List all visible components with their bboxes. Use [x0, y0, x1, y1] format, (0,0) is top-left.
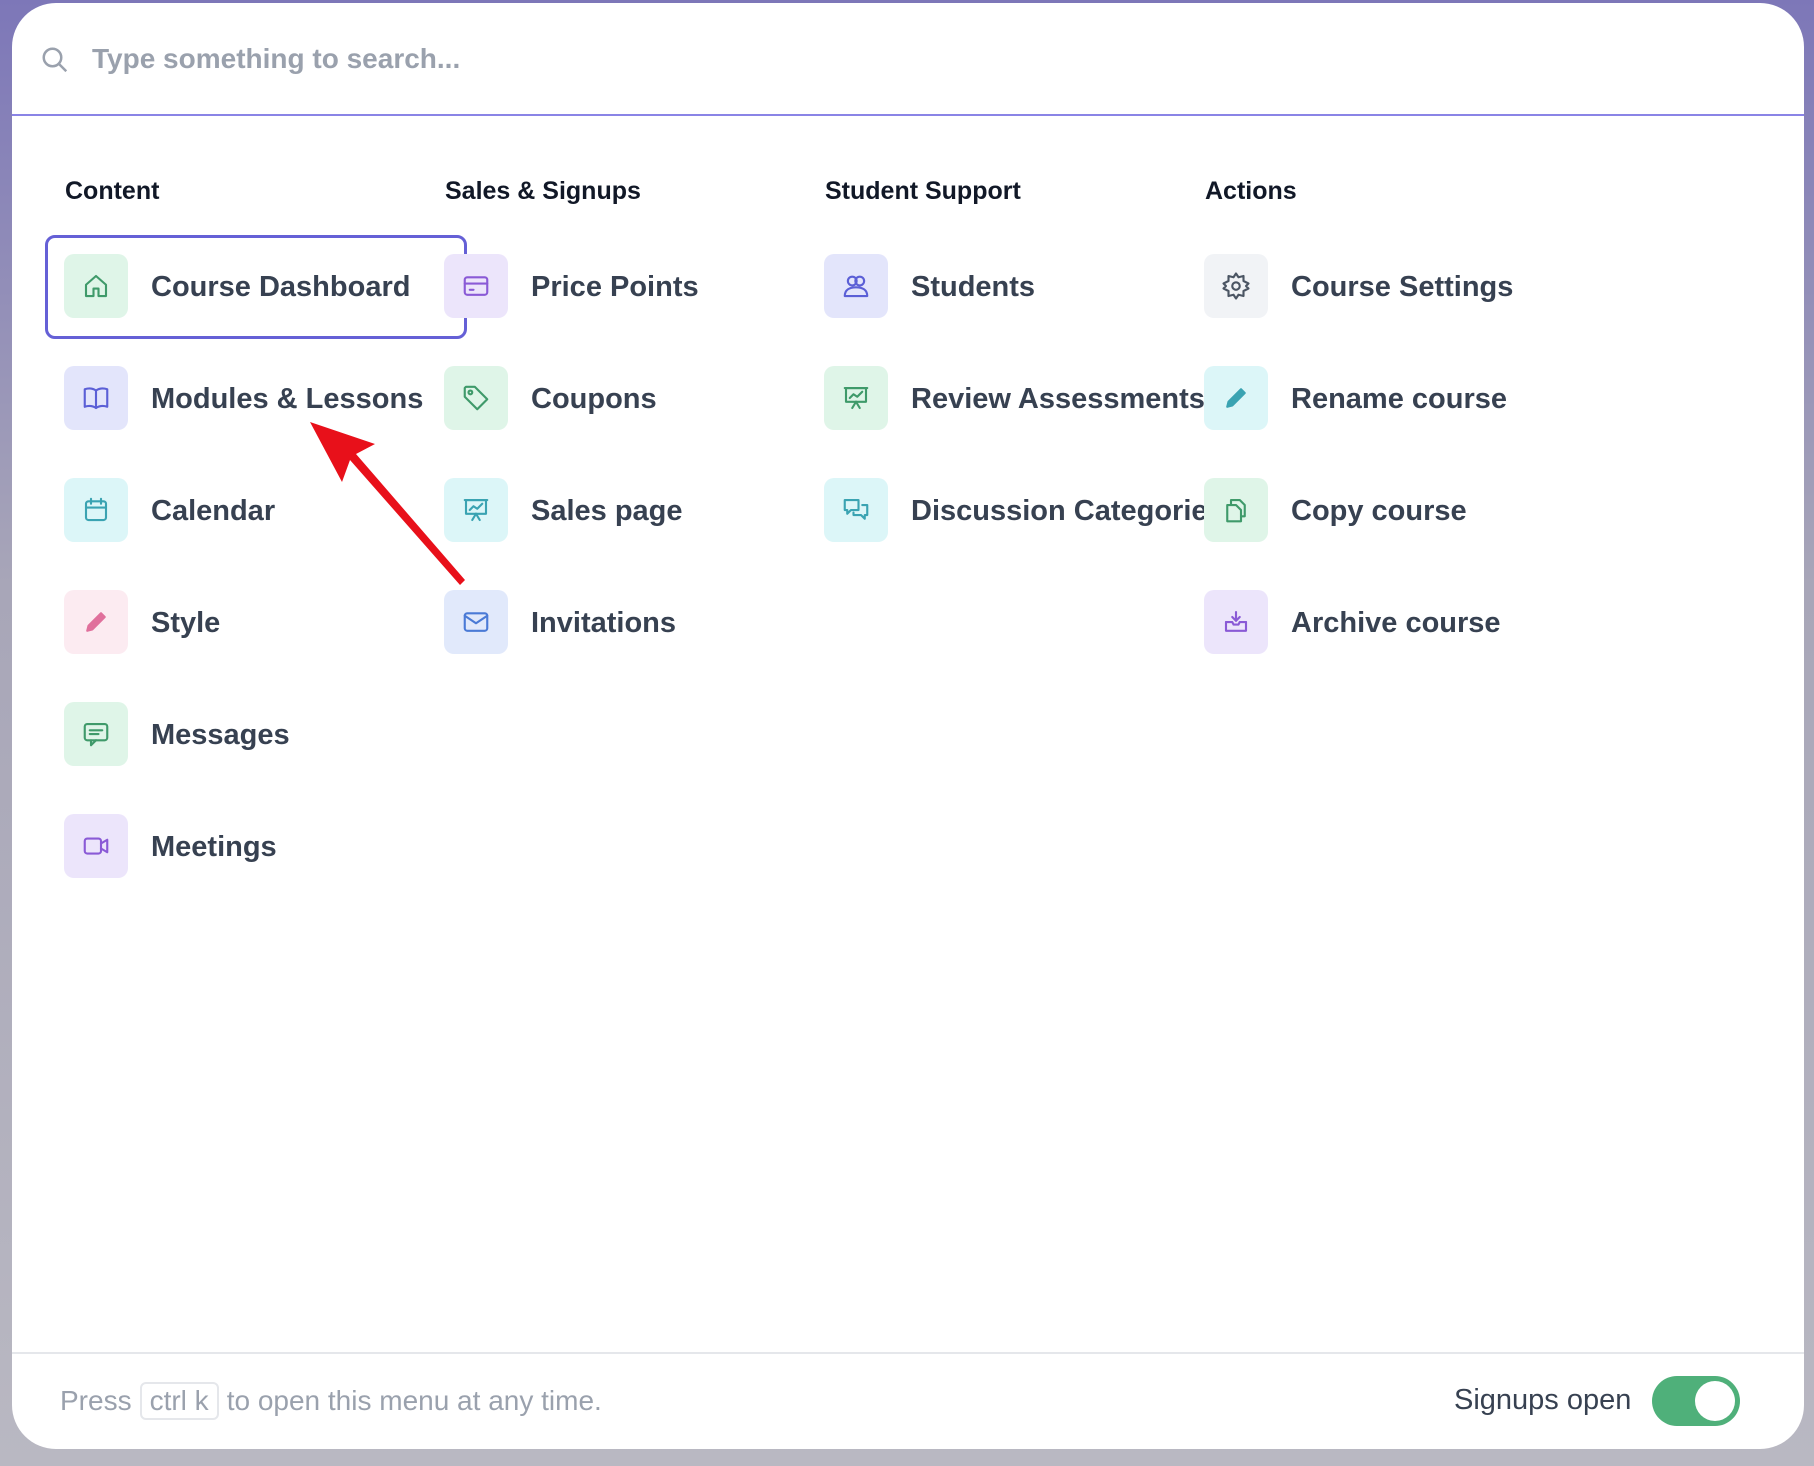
- icon-box: [824, 366, 888, 430]
- chat-bubbles-icon: [843, 498, 869, 520]
- command-item-copy-course[interactable]: Copy course: [1185, 459, 1607, 563]
- command-item-label: Course Settings: [1291, 271, 1514, 303]
- gear-icon: [1222, 272, 1250, 300]
- icon-box: [1204, 478, 1268, 542]
- command-item-label: Price Points: [531, 271, 699, 303]
- signups-toggle-label: Signups open: [1454, 1384, 1632, 1416]
- annotation-arrow-icon: [310, 422, 465, 585]
- hint-suffix: to open this menu at any time.: [226, 1385, 602, 1416]
- command-item-label: Invitations: [531, 607, 677, 639]
- command-item-meetings[interactable]: Meetings: [45, 795, 467, 899]
- command-item-archive-course[interactable]: Archive course: [1185, 571, 1607, 675]
- tag-icon: [463, 385, 489, 411]
- search-icon: [42, 47, 68, 73]
- command-item-students[interactable]: Students: [805, 235, 1227, 339]
- command-item-messages[interactable]: Messages: [45, 683, 467, 787]
- search-input[interactable]: [92, 33, 1292, 85]
- shortcut-key: ctrl k: [139, 1382, 219, 1420]
- icon-box: [64, 478, 128, 542]
- command-item-rename-course[interactable]: Rename course: [1185, 347, 1607, 451]
- toggle-knob: [1695, 1381, 1735, 1421]
- command-item-label: Review Assessments: [911, 383, 1205, 415]
- archive-icon: [1224, 610, 1248, 632]
- column-title: Sales & Signups: [445, 177, 641, 205]
- icon-box: [1204, 254, 1268, 318]
- command-item-coupons[interactable]: Coupons: [425, 347, 847, 451]
- copy-icon: [1226, 498, 1246, 523]
- calendar-icon: [84, 497, 108, 522]
- icon-box: [64, 590, 128, 654]
- column-title: Content: [65, 177, 160, 205]
- command-palette: ContentCourse DashboardModules & Lessons…: [12, 3, 1804, 1449]
- icon-box: [1204, 366, 1268, 430]
- icon-box: [64, 254, 128, 318]
- command-item-price-points[interactable]: Price Points: [425, 235, 847, 339]
- command-item-sales-page[interactable]: Sales page: [425, 459, 847, 563]
- icon-box: [444, 254, 508, 318]
- users-icon: [843, 275, 869, 298]
- command-item-label: Archive course: [1291, 607, 1501, 639]
- command-item-label: Course Dashboard: [151, 271, 411, 303]
- command-item-discussion-categories[interactable]: Discussion Categories: [805, 459, 1227, 563]
- book-icon: [83, 387, 109, 410]
- home-icon: [84, 274, 108, 298]
- command-item-label: Students: [911, 271, 1036, 303]
- command-item-course-settings[interactable]: Course Settings: [1185, 235, 1607, 339]
- credit-card-icon: [463, 276, 489, 296]
- mail-icon: [463, 612, 489, 632]
- command-item-label: Sales page: [531, 495, 683, 527]
- icon-box: [64, 814, 128, 878]
- search-bar: [12, 3, 1804, 116]
- command-item-label: Coupons: [531, 383, 657, 415]
- command-item-label: Copy course: [1291, 495, 1467, 527]
- signups-toggle[interactable]: [1652, 1376, 1740, 1426]
- icon-box: [824, 478, 888, 542]
- icon-box: [824, 254, 888, 318]
- column-title: Student Support: [825, 177, 1021, 205]
- command-item-label: Messages: [151, 719, 290, 751]
- command-item-label: Meetings: [151, 831, 277, 863]
- command-item-review-assessments[interactable]: Review Assessments: [805, 347, 1227, 451]
- pencil-icon: [86, 612, 106, 632]
- message-icon: [83, 722, 109, 747]
- command-item-label: Rename course: [1291, 383, 1507, 415]
- pencil-icon: [1226, 388, 1246, 408]
- command-item-invitations[interactable]: Invitations: [425, 571, 847, 675]
- hint-prefix: Press: [60, 1385, 132, 1416]
- icon-box: [64, 366, 128, 430]
- keyboard-hint: Press ctrl k to open this menu at any ti…: [60, 1382, 602, 1420]
- icon-box: [64, 702, 128, 766]
- footer: Press ctrl k to open this menu at any ti…: [12, 1352, 1804, 1449]
- command-item-course-dashboard[interactable]: Course Dashboard: [45, 235, 467, 339]
- video-icon: [83, 837, 109, 855]
- command-item-label: Discussion Categories: [911, 495, 1224, 527]
- column-title: Actions: [1205, 177, 1297, 205]
- icon-box: [1204, 590, 1268, 654]
- presentation-chart-icon: [843, 386, 869, 410]
